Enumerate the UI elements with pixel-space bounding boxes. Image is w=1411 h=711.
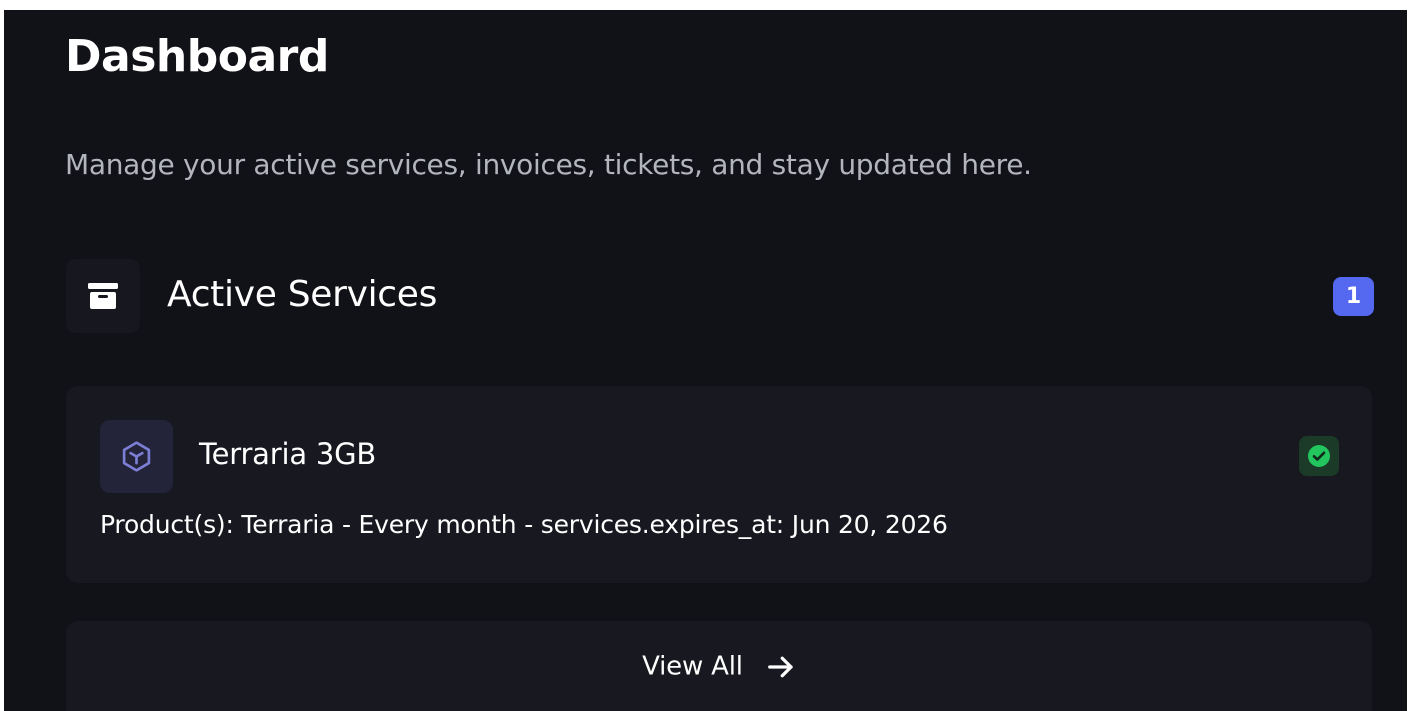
archive-box-icon <box>66 259 140 333</box>
view-all-button[interactable]: View All <box>66 621 1372 711</box>
page-subtitle: Manage your active services, invoices, t… <box>65 148 1032 181</box>
service-details: Product(s): Terraria - Every month - ser… <box>100 510 948 539</box>
check-circle-icon <box>1299 436 1339 476</box>
view-all-label: View All <box>642 651 743 682</box>
arrow-right-icon <box>767 656 793 677</box>
dashboard-page: Dashboard Manage your active services, i… <box>4 10 1407 711</box>
page-title: Dashboard <box>65 31 329 82</box>
service-name: Terraria 3GB <box>199 437 377 471</box>
active-services-header: Active Services 1 <box>66 259 1374 333</box>
service-card[interactable]: Terraria 3GB Product(s): Terraria - Ever… <box>66 386 1372 583</box>
service-count-badge: 1 <box>1333 277 1374 316</box>
cube-icon <box>100 420 173 493</box>
view-all-content: View All <box>66 647 1372 685</box>
section-title: Active Services <box>167 274 438 315</box>
